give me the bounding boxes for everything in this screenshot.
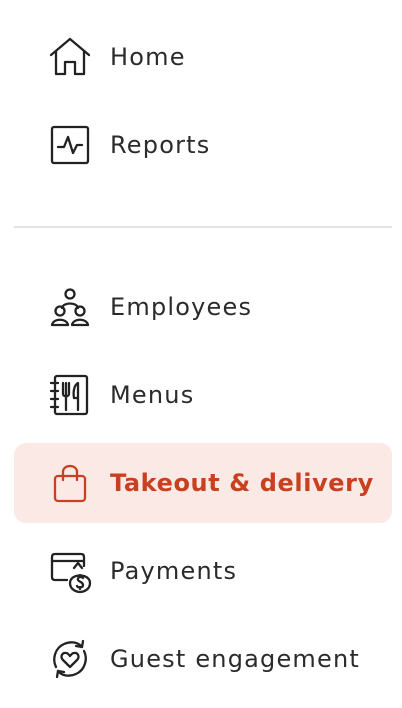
employees-icon <box>47 284 93 330</box>
sidebar-item-takeout-delivery[interactable]: Takeout & delivery <box>14 443 392 523</box>
sidebar-item-label: Menus <box>110 381 195 409</box>
sidebar-item-label: Guest engagement <box>110 645 361 673</box>
sidebar-item-menus[interactable]: Menus <box>14 355 392 435</box>
sidebar-item-home[interactable]: Home <box>14 17 392 97</box>
sidebar-item-label: Employees <box>110 293 253 321</box>
sidebar-nav: Home Reports Employees Menus Takeout & d… <box>0 0 402 708</box>
sidebar-item-label: Takeout & delivery <box>110 469 374 497</box>
guest-engagement-icon <box>47 636 93 682</box>
sidebar-item-reports[interactable]: Reports <box>14 105 392 185</box>
home-icon <box>47 34 93 80</box>
sidebar-item-payments[interactable]: Payments <box>14 531 392 611</box>
sidebar-item-guest-engagement[interactable]: Guest engagement <box>14 619 392 699</box>
sidebar-item-label: Payments <box>110 557 238 585</box>
section-divider <box>14 226 392 228</box>
menus-icon <box>47 372 93 418</box>
takeout-bag-icon <box>47 460 93 506</box>
sidebar-item-employees[interactable]: Employees <box>14 267 392 347</box>
payments-icon <box>47 548 93 594</box>
sidebar-item-label: Home <box>110 43 186 71</box>
reports-icon <box>47 122 93 168</box>
sidebar-item-label: Reports <box>110 131 211 159</box>
